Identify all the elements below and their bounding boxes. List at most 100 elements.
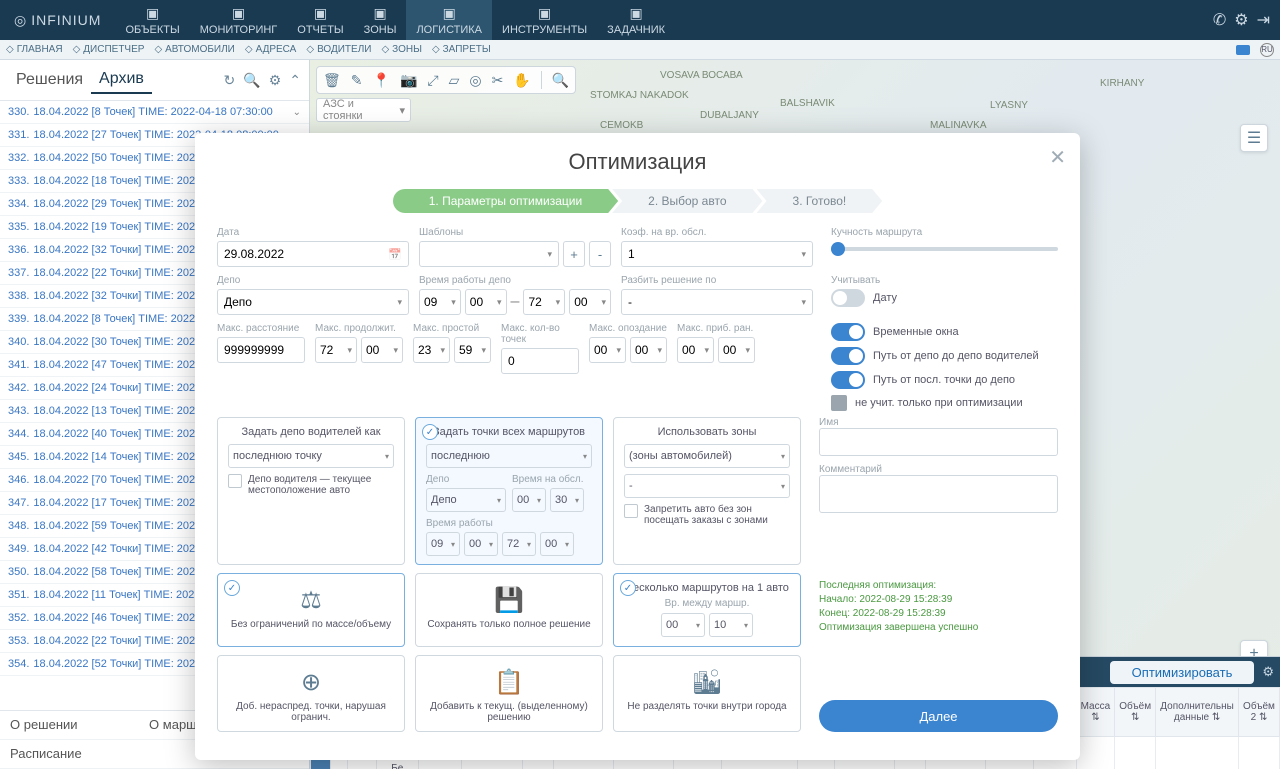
maxdur-m[interactable]: 00 bbox=[361, 337, 403, 363]
step-2[interactable]: 2. Выбор авто bbox=[612, 189, 762, 213]
search-icon[interactable]: 🔍 bbox=[552, 72, 569, 89]
card-save-full[interactable]: 💾 Сохранять только полное решение bbox=[415, 573, 603, 647]
split-select[interactable]: - bbox=[621, 289, 813, 315]
card-append-current[interactable]: 📋 Добавить к текущ. (выделенному) решени… bbox=[415, 655, 603, 732]
subnav-водители[interactable]: ◇ВОДИТЕЛИ bbox=[306, 44, 371, 55]
refresh-icon[interactable]: ↻ bbox=[224, 72, 236, 89]
search-icon[interactable]: 🔍 bbox=[243, 72, 260, 89]
template-remove-button[interactable]: - bbox=[589, 241, 611, 267]
next-button[interactable]: Далее bbox=[819, 700, 1058, 732]
trash-icon[interactable]: 🗑 bbox=[323, 72, 341, 89]
card2-svc-h[interactable]: 00 bbox=[512, 488, 546, 512]
work-to-m[interactable]: 00 bbox=[569, 289, 611, 315]
nav-зоны[interactable]: ▣ЗОНЫ bbox=[354, 0, 407, 40]
date-input[interactable]: 29.08.2022 bbox=[217, 241, 409, 267]
tab-archive[interactable]: Архив bbox=[91, 66, 152, 94]
card2-wh-fm[interactable]: 00 bbox=[464, 532, 498, 556]
card-driver-depot[interactable]: Задать депо водителей как последнюю точк… bbox=[217, 417, 405, 565]
close-button[interactable]: ✕ bbox=[1049, 145, 1066, 170]
maxearly-m[interactable]: 00 bbox=[718, 337, 755, 363]
card2-wh-fh[interactable]: 09 bbox=[426, 532, 460, 556]
card-no-split-city[interactable]: 🏙 Не разделять точки внутри города bbox=[613, 655, 801, 732]
depot-select[interactable]: Депо bbox=[217, 289, 409, 315]
card2-depot[interactable]: Депо bbox=[426, 488, 506, 512]
gear-icon[interactable]: ⚙ bbox=[269, 72, 282, 89]
density-slider[interactable] bbox=[831, 247, 1058, 251]
card2-check-icon[interactable]: ✓ bbox=[422, 424, 438, 440]
maxdist-input[interactable]: 999999999 bbox=[217, 337, 305, 363]
card2-select[interactable]: последнюю bbox=[426, 444, 592, 468]
card1-select[interactable]: последнюю точку bbox=[228, 444, 394, 468]
maxidle-m[interactable]: 59 bbox=[454, 337, 491, 363]
polygon-icon[interactable]: ▱ bbox=[449, 72, 460, 89]
template-select[interactable] bbox=[419, 241, 559, 267]
nav-инструменты[interactable]: ▣ИНСТРУМЕНТЫ bbox=[492, 0, 597, 40]
camera-icon[interactable]: 📷 bbox=[400, 72, 417, 89]
card3-checkbox[interactable] bbox=[624, 504, 638, 518]
subnav-адреса[interactable]: ◇АДРЕСА bbox=[245, 44, 297, 55]
card3-select2[interactable]: - bbox=[624, 474, 790, 498]
bcard3-h[interactable]: 00 bbox=[661, 613, 705, 637]
toggle-path2[interactable] bbox=[831, 371, 865, 389]
nav-задачник[interactable]: ▣ЗАДАЧНИК bbox=[597, 0, 675, 40]
pin-icon[interactable]: 📍 bbox=[373, 72, 390, 89]
nav-отчеты[interactable]: ▣ОТЧЕТЫ bbox=[287, 0, 353, 40]
bcard3-check-icon[interactable]: ✓ bbox=[620, 580, 636, 596]
nav-объекты[interactable]: ▣ОБЪЕКТЫ bbox=[115, 0, 189, 40]
phone-icon[interactable]: ✆ bbox=[1213, 10, 1226, 30]
maxlate-m[interactable]: 00 bbox=[630, 337, 667, 363]
hand-icon[interactable]: ✋ bbox=[513, 72, 530, 89]
checkbox-noopt[interactable] bbox=[831, 395, 847, 411]
work-from-m[interactable]: 00 bbox=[465, 289, 507, 315]
comment-input[interactable] bbox=[819, 475, 1058, 513]
list-item[interactable]: 330.18.04.2022 [8 Точек] TIME: 2022-04-1… bbox=[0, 101, 309, 124]
work-from-h[interactable]: 09 bbox=[419, 289, 461, 315]
bcard1-check-icon[interactable]: ✓ bbox=[224, 580, 240, 596]
maxidle-h[interactable]: 23 bbox=[413, 337, 450, 363]
step-3[interactable]: 3. Готово! bbox=[757, 189, 883, 213]
maxdur-h[interactable]: 72 bbox=[315, 337, 357, 363]
coef-select[interactable]: 1 bbox=[621, 241, 813, 267]
subnav-главная[interactable]: ◇ГЛАВНАЯ bbox=[6, 44, 63, 55]
settings-icon[interactable]: ⚙ bbox=[1234, 10, 1248, 30]
template-add-button[interactable]: + bbox=[563, 241, 585, 267]
subnav-зоны[interactable]: ◇ЗОНЫ bbox=[381, 44, 421, 55]
subnav-запреты[interactable]: ◇ЗАПРЕТЫ bbox=[432, 44, 491, 55]
lang-badge[interactable]: RU bbox=[1260, 43, 1274, 57]
subnav-диспетчер[interactable]: ◇ДИСПЕТЧЕР bbox=[73, 44, 145, 55]
maxpts-input[interactable]: 0 bbox=[501, 348, 579, 374]
card2-wh-tm[interactable]: 00 bbox=[540, 532, 574, 556]
edit-icon[interactable]: ✎ bbox=[351, 72, 363, 89]
work-to-h[interactable]: 72 bbox=[523, 289, 565, 315]
map-layer-select[interactable]: АЗС и стоянки bbox=[316, 98, 411, 122]
card2-svc-m[interactable]: 30 bbox=[550, 488, 584, 512]
name-input[interactable] bbox=[819, 428, 1058, 456]
gear-icon[interactable]: ⚙ bbox=[1262, 664, 1274, 680]
card-zones[interactable]: Использовать зоны (зоны автомобилей) - З… bbox=[613, 417, 801, 565]
toggle-windows[interactable] bbox=[831, 323, 865, 341]
tab-solutions[interactable]: Решения bbox=[8, 67, 91, 93]
optimize-button[interactable]: Оптимизировать bbox=[1110, 661, 1255, 684]
card-route-points[interactable]: ✓ Задать точки всех маршрутов последнюю … bbox=[415, 417, 603, 565]
nav-мониторинг[interactable]: ▣МОНИТОРИНГ bbox=[190, 0, 288, 40]
toggle-date[interactable] bbox=[831, 289, 865, 307]
maxearly-h[interactable]: 00 bbox=[677, 337, 714, 363]
step-1[interactable]: 1. Параметры оптимизации bbox=[393, 189, 618, 213]
layers-control[interactable]: ☰ bbox=[1240, 124, 1268, 152]
bcard3-m[interactable]: 10 bbox=[709, 613, 753, 637]
card1-checkbox[interactable] bbox=[228, 474, 242, 488]
card-add-unassigned[interactable]: ⊕ Доб. нераспред. точки, нарушая огранич… bbox=[217, 655, 405, 732]
subnav-автомобили[interactable]: ◇АВТОМОБИЛИ bbox=[154, 44, 234, 55]
toggle-path1[interactable] bbox=[831, 347, 865, 365]
collapse-icon[interactable]: ⌃ bbox=[289, 72, 301, 89]
card-no-mass-limit[interactable]: ✓ ⚖ Без ограничений по массе/объему bbox=[217, 573, 405, 647]
logout-icon[interactable]: ⇥ bbox=[1257, 10, 1270, 30]
maxlate-h[interactable]: 00 bbox=[589, 337, 626, 363]
card3-select1[interactable]: (зоны автомобилей) bbox=[624, 444, 790, 468]
target-icon[interactable]: ◎ bbox=[469, 72, 481, 89]
fullscreen-icon[interactable]: ⤢ bbox=[427, 72, 438, 89]
nav-логистика[interactable]: ▣ЛОГИСТИКА bbox=[406, 0, 492, 40]
card2-wh-th[interactable]: 72 bbox=[502, 532, 536, 556]
card-multi-route[interactable]: ✓ Несколько маршрутов на 1 авто Вр. межд… bbox=[613, 573, 801, 647]
about-solution[interactable]: О решении bbox=[10, 717, 149, 733]
